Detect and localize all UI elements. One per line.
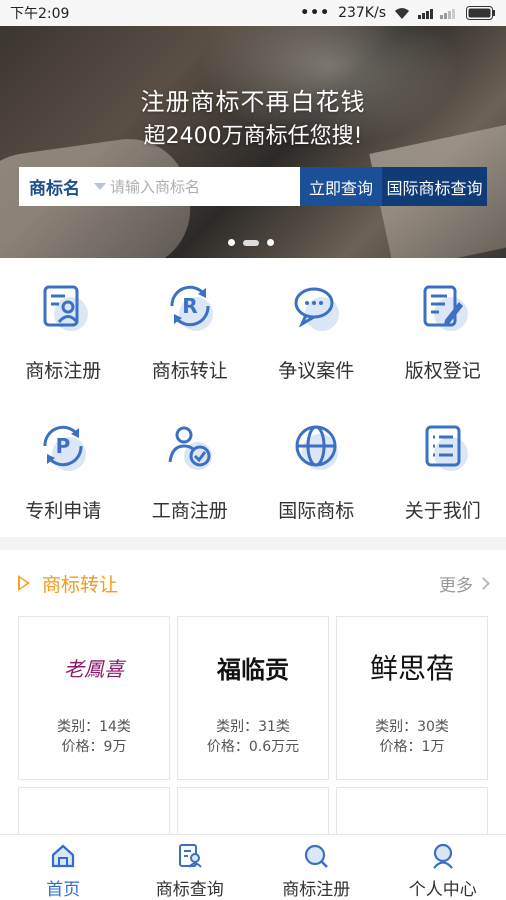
- about-doc-icon: [415, 418, 471, 474]
- carousel-dot[interactable]: [267, 239, 274, 246]
- intl-trademark-query-button[interactable]: 国际商标查询: [382, 167, 487, 206]
- card-category: 类别：14类: [57, 719, 131, 735]
- search-box: 商标名: [19, 167, 300, 206]
- trademark-logo: 老鳳喜: [64, 656, 124, 681]
- signal-icon: [418, 7, 458, 19]
- banner-title: 注册商标不再白花钱: [140, 88, 366, 116]
- service-patent-apply[interactable]: P 专利申请: [0, 398, 127, 537]
- more-link[interactable]: 更多: [439, 571, 490, 596]
- card-category: 类别：31类: [216, 719, 290, 735]
- copyright-register-icon: [415, 278, 471, 334]
- status-dots: •••: [300, 5, 331, 21]
- transfer-card[interactable]: 福临贡 类别：31类 价格：0.6万元: [177, 616, 329, 780]
- nav-user-center[interactable]: 个人中心: [380, 835, 506, 900]
- carousel-dot-active[interactable]: [243, 239, 259, 246]
- nav-label: 个人中心: [408, 880, 477, 900]
- status-right: ••• 237K/s: [300, 5, 496, 21]
- service-trademark-register[interactable]: 商标注册: [0, 258, 127, 397]
- trademark-transfer-icon: R: [162, 278, 218, 334]
- promo-banner[interactable]: 注册商标不再白花钱 超2400万商标任您搜! 商标名 立即查询 国际商标查询: [0, 26, 506, 258]
- section-header: 商标转让 更多: [0, 550, 506, 616]
- battery-icon: [466, 6, 496, 20]
- trademark-logo: 鲜思蓓: [369, 652, 454, 685]
- bottom-nav: 首页 商标查询 商标注册 个人中心: [0, 834, 506, 900]
- services-grid: 商标注册 R 商标转让 争议案件 版权登记 P 专利申请 工商注册 国际商标 关…: [0, 258, 506, 537]
- service-intl-trademark[interactable]: 国际商标: [253, 398, 380, 537]
- nav-trademark-register[interactable]: 商标注册: [253, 835, 380, 900]
- trademark-transfer-section: 商标转让 更多 老鳳喜 类别：14类 价格：9万 福临贡 类别：31类 价格：0…: [0, 550, 506, 847]
- nav-label: 首页: [46, 880, 81, 900]
- home-icon: [50, 843, 76, 869]
- service-label: 工商注册: [151, 499, 228, 522]
- trademark-search-bar: 商标名 立即查询 国际商标查询: [19, 167, 487, 206]
- global-icon: [288, 418, 344, 474]
- section-title: 商标转让: [18, 570, 118, 597]
- svg-text:R: R: [182, 294, 197, 318]
- caret-down-icon[interactable]: [94, 183, 106, 190]
- search-input[interactable]: [110, 177, 280, 196]
- service-label: 版权登记: [404, 360, 481, 382]
- trademark-search-icon: [177, 843, 203, 869]
- card-price: 价格：1万: [379, 739, 445, 755]
- nav-home[interactable]: 首页: [0, 835, 127, 900]
- nav-trademark-search[interactable]: 商标查询: [127, 835, 254, 900]
- service-trademark-transfer[interactable]: R 商标转让: [127, 258, 254, 397]
- search-type-label[interactable]: 商标名: [29, 174, 80, 199]
- service-label: 商标转让: [151, 360, 228, 382]
- card-price: 价格：0.6万元: [206, 739, 300, 755]
- service-copyright-register[interactable]: 版权登记: [380, 258, 506, 397]
- register-search-icon: [303, 843, 329, 869]
- patent-apply-icon: P: [35, 418, 91, 474]
- trademark-register-icon: [35, 278, 91, 334]
- service-label: 商标注册: [25, 360, 102, 382]
- banner-subtitle: 超2400万商标任您搜!: [143, 124, 363, 149]
- business-register-icon: [162, 418, 218, 474]
- carousel-indicators: [228, 239, 274, 246]
- status-time: 下午2:09: [10, 6, 70, 22]
- service-label: 国际商标: [278, 499, 355, 522]
- status-bar: 下午2:09 ••• 237K/s: [0, 0, 506, 26]
- network-speed: 237K/s: [338, 5, 386, 21]
- user-center-icon: [430, 843, 456, 869]
- trademark-logo: 福临贡: [217, 654, 289, 684]
- service-label: 专利申请: [25, 499, 102, 522]
- service-label: 争议案件: [278, 360, 355, 382]
- card-category: 类别：30类: [375, 719, 449, 735]
- carousel-dot[interactable]: [228, 239, 235, 246]
- nav-label: 商标注册: [282, 880, 351, 900]
- more-label: 更多: [439, 575, 473, 596]
- service-label: 关于我们: [404, 499, 481, 522]
- svg-text:P: P: [56, 434, 71, 458]
- query-now-button[interactable]: 立即查询: [300, 167, 382, 206]
- dispute-case-icon: [288, 278, 344, 334]
- service-about-us[interactable]: 关于我们: [380, 398, 506, 537]
- transfer-card[interactable]: 鲜思蓓 类别：30类 价格：1万: [336, 616, 488, 780]
- card-price: 价格：9万: [61, 739, 127, 755]
- nav-label: 商标查询: [155, 880, 224, 900]
- wifi-icon: [394, 7, 410, 19]
- service-dispute-case[interactable]: 争议案件: [253, 258, 380, 397]
- chevron-right-icon: [477, 576, 490, 590]
- section-title-text: 商标转让: [42, 573, 119, 596]
- transfer-card[interactable]: 老鳳喜 类别：14类 价格：9万: [18, 616, 170, 780]
- play-triangle-icon: [18, 575, 30, 591]
- service-business-register[interactable]: 工商注册: [127, 398, 254, 537]
